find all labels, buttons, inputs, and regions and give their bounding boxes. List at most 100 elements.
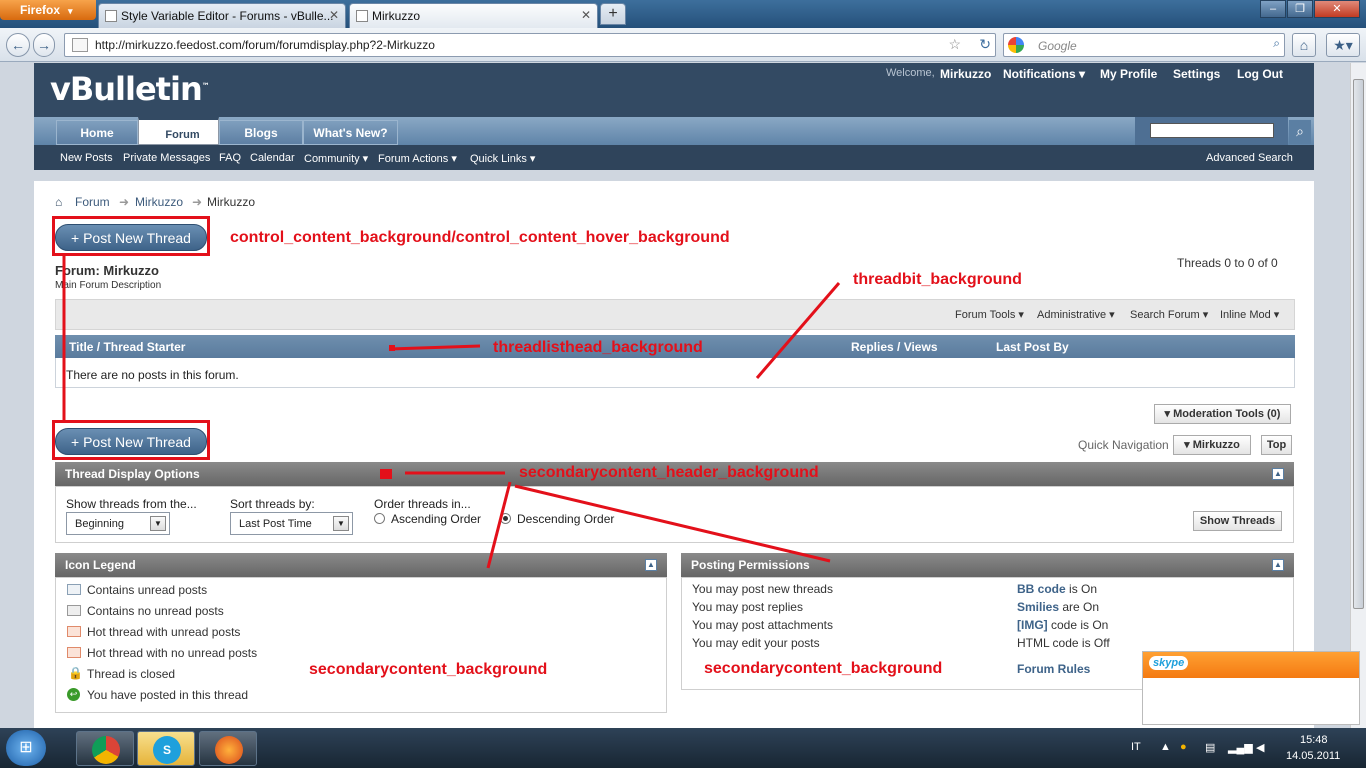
breadcrumb-mirkuzzo[interactable]: Mirkuzzo (135, 195, 183, 209)
ascending-label[interactable]: Ascending Order (391, 512, 481, 526)
vbulletin-logo[interactable]: vBulletin™ (50, 70, 210, 108)
tab-style-editor[interactable]: Style Variable Editor - Forums - vBulle.… (98, 3, 346, 28)
skype-logo: skype (1149, 656, 1189, 670)
descending-label[interactable]: Descending Order (517, 512, 614, 526)
col-title[interactable]: Title / Thread Starter (69, 340, 185, 354)
subnav-calendar[interactable]: Calendar (250, 152, 295, 164)
notifications-link[interactable]: Notifications ▾ (1003, 67, 1085, 81)
volume-icon[interactable]: ◀ (1256, 741, 1264, 754)
my-profile-link[interactable]: My Profile (1100, 67, 1157, 81)
tab-label: Mirkuzzo (372, 9, 421, 23)
clock-date[interactable]: 14.05.2011 (1286, 750, 1340, 762)
order-label: Order threads in... (374, 497, 471, 511)
chevron-down-icon: ▼ (150, 516, 166, 531)
settings-link[interactable]: Settings (1173, 67, 1220, 81)
collapse-icon[interactable]: ▲ (1272, 468, 1284, 480)
header-search-input[interactable] (1150, 123, 1274, 138)
close-tab-icon[interactable]: ✕ (581, 8, 591, 22)
legend-item: Hot thread with no unread posts (87, 646, 258, 660)
clock-time[interactable]: 15:48 (1300, 734, 1328, 746)
forum-title: Forum: Mirkuzzo (55, 263, 159, 278)
bbcode-link[interactable]: BB code (1017, 582, 1066, 596)
home-icon[interactable]: ⌂ (1292, 33, 1316, 57)
language-indicator[interactable]: IT (1131, 741, 1141, 753)
collapse-icon[interactable]: ▲ (1272, 559, 1284, 571)
inline-mod-menu[interactable]: Inline Mod ▾ (1220, 308, 1279, 321)
img-status: [IMG] code is On (1017, 618, 1108, 632)
taskbar-chrome[interactable] (76, 731, 134, 766)
quick-nav-label: Quick Navigation (1078, 438, 1169, 452)
collapse-icon[interactable]: ▲ (645, 559, 657, 571)
tray-notification-icon[interactable]: ● (1180, 741, 1187, 753)
subnav-faq[interactable]: FAQ (219, 152, 241, 164)
back-button[interactable]: ← (6, 33, 30, 57)
sort-select[interactable]: Last Post Time ▼ (230, 512, 353, 535)
search-forum-menu[interactable]: Search Forum ▾ (1130, 308, 1208, 321)
close-window-button[interactable]: ✕ (1314, 0, 1360, 18)
network-icon[interactable]: ▂▄▆ (1228, 741, 1253, 754)
annotation-control-content: control_content_background/control_conte… (230, 229, 730, 246)
tab-whats-new[interactable]: What's New? (303, 120, 398, 145)
tray-device-icon[interactable]: ▤ (1205, 741, 1215, 754)
breadcrumb-home-icon[interactable]: ⌂ (55, 195, 62, 209)
reload-icon[interactable]: ↻ (979, 36, 991, 53)
favicon-icon (356, 10, 368, 22)
username-link[interactable]: Mirkuzzo (940, 67, 991, 81)
tab-forum[interactable]: Forum (138, 117, 219, 145)
top-button[interactable]: Top (1261, 435, 1292, 455)
quick-nav-select[interactable]: ▾ Mirkuzzo (1173, 435, 1251, 455)
new-tab-button[interactable]: + (600, 3, 626, 25)
post-new-thread-button-bottom[interactable]: + Post New Thread (55, 428, 207, 455)
tab-mirkuzzo[interactable]: Mirkuzzo ✕ (349, 3, 598, 28)
maximize-button[interactable]: ❐ (1287, 0, 1313, 18)
vertical-scrollbar[interactable] (1350, 63, 1366, 728)
logo-text: vBulletin (50, 70, 203, 108)
bookmark-star-icon[interactable]: ☆ (948, 36, 961, 53)
search-icon[interactable]: ⌕ (1289, 120, 1311, 144)
forum-description: Main Forum Description (55, 280, 162, 291)
permission-item: You may post attachments (692, 618, 833, 632)
html-status: HTML code is Off (1017, 636, 1110, 650)
legend-item: Contains no unread posts (87, 604, 224, 618)
show-threads-button[interactable]: Show Threads (1193, 511, 1282, 531)
col-last-post[interactable]: Last Post By (996, 340, 1069, 354)
administrative-menu[interactable]: Administrative ▾ (1037, 308, 1115, 321)
taskbar-firefox[interactable] (199, 731, 257, 766)
scrollbar-thumb[interactable] (1353, 79, 1364, 609)
smilies-link[interactable]: Smilies (1017, 600, 1059, 614)
subnav-forum-actions[interactable]: Forum Actions ▾ (378, 152, 457, 165)
tab-home[interactable]: Home (56, 120, 138, 145)
show-from-select[interactable]: Beginning ▼ (66, 512, 170, 535)
moderation-tools-button[interactable]: ▾ Moderation Tools (0) (1154, 404, 1291, 424)
post-new-thread-button[interactable]: + Post New Thread (55, 224, 207, 251)
start-button[interactable]: ⊞ (6, 730, 46, 766)
skype-notification[interactable]: skype (1142, 651, 1360, 725)
tray-expand-icon[interactable]: ▲ (1160, 741, 1171, 753)
advanced-search-link[interactable]: Advanced Search (1206, 152, 1293, 164)
subnav-community[interactable]: Community ▾ (304, 152, 368, 165)
chrome-icon (92, 736, 120, 764)
bookmarks-icon[interactable]: ★▾ (1326, 33, 1360, 57)
url-bar[interactable]: http://mirkuzzo.feedost.com/forum/forumd… (64, 33, 996, 57)
subnav-private-messages[interactable]: Private Messages (123, 152, 210, 164)
legend-item: Hot thread with unread posts (87, 625, 241, 639)
tab-blogs[interactable]: Blogs (219, 120, 303, 145)
subnav-new-posts[interactable]: New Posts (60, 152, 113, 164)
forum-tools-menu[interactable]: Forum Tools ▾ (955, 308, 1024, 321)
search-icon[interactable]: ⌕ (1273, 36, 1280, 51)
img-link[interactable]: [IMG] (1017, 618, 1048, 632)
logout-link[interactable]: Log Out (1237, 67, 1283, 81)
minimize-button[interactable]: – (1260, 0, 1286, 18)
forward-button[interactable]: → (33, 33, 55, 57)
forum-rules-link[interactable]: Forum Rules (1017, 662, 1090, 676)
firefox-menu-button[interactable]: Firefox ▾ (0, 0, 96, 20)
taskbar-skype[interactable]: S (137, 731, 195, 766)
subnav-quick-links[interactable]: Quick Links ▾ (470, 152, 535, 165)
ascending-radio[interactable] (374, 513, 385, 524)
firefox-menu-label: Firefox (20, 3, 61, 17)
search-bar[interactable]: Google ⌕ (1003, 33, 1285, 57)
descending-radio[interactable] (500, 513, 511, 524)
breadcrumb-forum[interactable]: Forum (75, 195, 110, 209)
col-replies[interactable]: Replies / Views (851, 340, 938, 354)
close-tab-icon[interactable]: ✕ (329, 8, 339, 22)
